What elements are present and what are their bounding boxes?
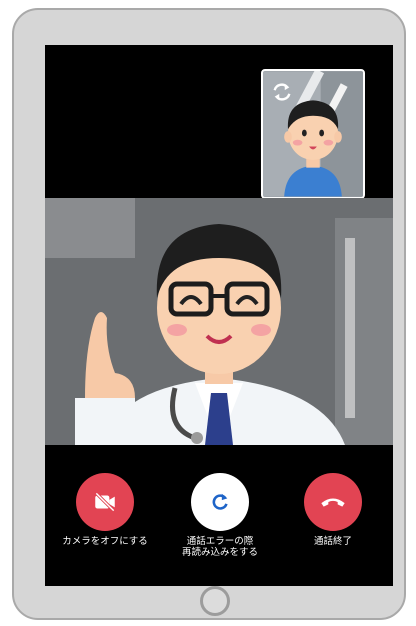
camera-off-control: カメラをオフにする — [45, 473, 165, 547]
reload-control: 通話エラーの際 再読み込みをする — [160, 473, 280, 558]
call-screen: カメラをオフにする 通話エラーの際 再読み込みをする 通話終了 — [45, 45, 393, 586]
refresh-icon — [212, 493, 228, 510]
end-call-button[interactable] — [304, 473, 362, 531]
video-off-icon — [95, 492, 115, 512]
camera-off-button[interactable] — [76, 473, 134, 531]
reload-button[interactable] — [191, 473, 249, 531]
home-button-icon[interactable] — [200, 586, 230, 616]
remote-video — [45, 198, 393, 445]
end-call-control: 通話終了 — [273, 473, 393, 547]
self-view-video[interactable] — [261, 69, 365, 199]
reload-label: 通話エラーの際 再読み込みをする — [181, 536, 258, 558]
remote-video-illustration — [45, 198, 393, 445]
camera-off-label: カメラをオフにする — [62, 536, 148, 547]
end-call-label: 通話終了 — [313, 536, 352, 547]
call-controls: カメラをオフにする 通話エラーの際 再読み込みをする 通話終了 — [45, 445, 393, 586]
camera-switch-icon[interactable] — [271, 81, 293, 103]
phone-hangup-icon — [321, 498, 345, 507]
